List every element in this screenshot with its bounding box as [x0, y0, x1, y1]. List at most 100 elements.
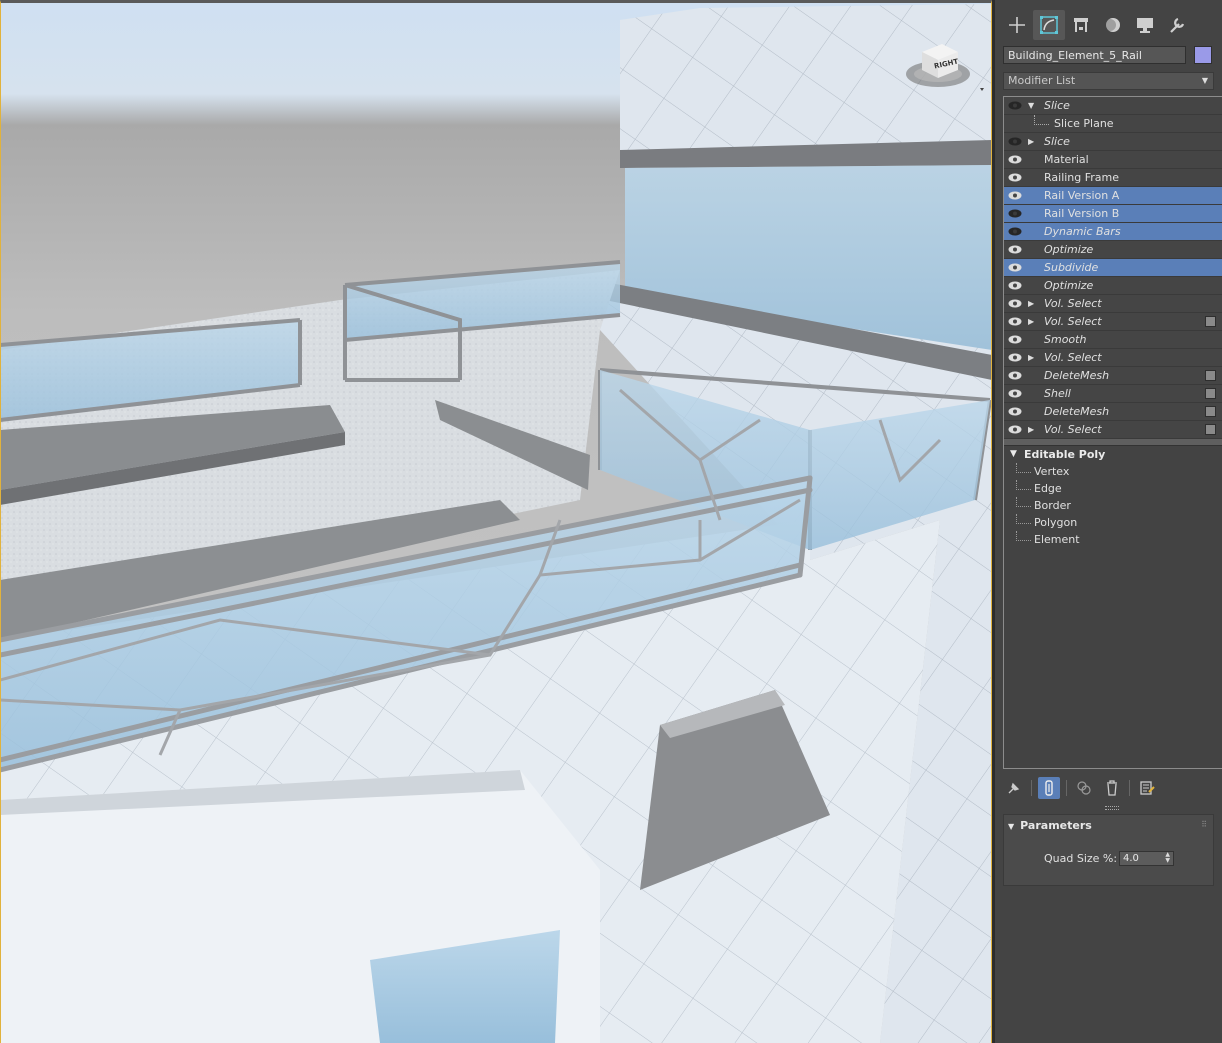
modifier-row[interactable]: ▶ Vol. Select — [1004, 421, 1222, 439]
modifier-row[interactable]: DeleteMesh — [1004, 403, 1222, 421]
subobject-edge[interactable]: Edge — [1004, 480, 1222, 497]
modifier-row[interactable]: Dynamic Bars — [1004, 223, 1222, 241]
eye-off-icon[interactable] — [1008, 137, 1022, 146]
object-name-field[interactable]: Building_Element_5_Rail — [1003, 46, 1186, 64]
eye-icon[interactable] — [1008, 407, 1022, 416]
subobject-element[interactable]: Element — [1004, 531, 1222, 548]
display-tab[interactable] — [1129, 10, 1161, 40]
hierarchy-icon — [1074, 18, 1088, 32]
eye-icon[interactable] — [1008, 371, 1022, 380]
object-color-swatch[interactable] — [1194, 46, 1212, 64]
subobject-label: Polygon — [1034, 516, 1078, 529]
command-panel-tabs — [1001, 10, 1215, 42]
modifier-label: Subdivide — [1044, 261, 1099, 274]
spinner-arrows-icon[interactable]: ▲ ▼ — [1165, 852, 1170, 864]
eye-icon[interactable] — [1008, 155, 1022, 164]
hierarchy-tab[interactable] — [1065, 10, 1097, 40]
eye-icon[interactable] — [1008, 389, 1022, 398]
modifier-row[interactable]: ▶ Vol. Select — [1004, 295, 1222, 313]
pin-stack-button[interactable] — [1003, 777, 1025, 799]
modifier-row[interactable]: Optimize — [1004, 277, 1222, 295]
eye-icon[interactable] — [1008, 299, 1022, 308]
modifier-label: Vol. Select — [1044, 423, 1102, 436]
configure-modifier-sets-button[interactable] — [1136, 777, 1158, 799]
collapsed-arrow-icon[interactable]: ▶ — [1028, 133, 1034, 150]
modifier-row[interactable]: ▶ Slice — [1004, 133, 1222, 151]
subobject-label: Element — [1034, 533, 1080, 546]
modifier-row[interactable]: Smooth — [1004, 331, 1222, 349]
eye-off-icon[interactable] — [1008, 209, 1022, 218]
expand-arrow-icon[interactable]: ▼ — [1010, 446, 1017, 463]
subobject-border[interactable]: Border — [1004, 497, 1222, 514]
subobject-polygon[interactable]: Polygon — [1004, 514, 1222, 531]
make-unique-button[interactable] — [1073, 777, 1095, 799]
parameters-header[interactable]: ▼ Parameters — [1008, 819, 1092, 832]
show-end-result-button[interactable] — [1038, 777, 1060, 799]
toolbar-divider — [1066, 780, 1067, 796]
eye-icon[interactable] — [1008, 173, 1022, 182]
tree-connector — [1016, 531, 1031, 541]
modifier-label: Slice — [1044, 99, 1070, 112]
modifier-row[interactable]: DeleteMesh — [1004, 367, 1222, 385]
collapsed-arrow-icon[interactable]: ▶ — [1028, 295, 1034, 312]
modifier-label: Railing Frame — [1044, 171, 1120, 184]
modifier-stack[interactable]: ▼ Slice Slice Plane ▶ Slice Material Railing F… — [1003, 96, 1222, 769]
modifier-row[interactable]: Rail Version B — [1004, 205, 1222, 223]
remove-modifier-button[interactable] — [1101, 777, 1123, 799]
modifier-row[interactable]: Railing Frame — [1004, 169, 1222, 187]
base-object-row[interactable]: ▼ Editable Poly — [1004, 446, 1222, 463]
modifier-checkbox[interactable] — [1205, 370, 1216, 381]
modifier-label: Material — [1044, 153, 1089, 166]
modifier-label: Smooth — [1044, 333, 1087, 346]
drag-handle-icon[interactable]: ⠿ — [1201, 820, 1207, 829]
modifier-row[interactable]: ▶ Vol. Select — [1004, 349, 1222, 367]
modifier-label: Vol. Select — [1044, 351, 1102, 364]
resize-grip[interactable] — [1105, 806, 1119, 810]
modifier-row[interactable]: Rail Version A — [1004, 187, 1222, 205]
collapsed-arrow-icon[interactable]: ▶ — [1028, 313, 1034, 330]
subobject-label: Edge — [1034, 482, 1062, 495]
create-tab[interactable] — [1001, 10, 1033, 40]
modify-tab[interactable] — [1033, 10, 1065, 40]
eye-off-icon[interactable] — [1008, 101, 1022, 110]
modifier-row[interactable]: ▶ Vol. Select — [1004, 313, 1222, 331]
modifier-checkbox[interactable] — [1205, 424, 1216, 435]
modifier-row[interactable]: Subdivide — [1004, 259, 1222, 277]
collapsed-arrow-icon[interactable]: ▶ — [1028, 349, 1034, 366]
eye-icon[interactable] — [1008, 191, 1022, 200]
quad-size-spinner[interactable]: 4.0 ▲ ▼ — [1119, 851, 1174, 866]
subobject-vertex[interactable]: Vertex — [1004, 463, 1222, 480]
modifier-row[interactable]: Shell — [1004, 385, 1222, 403]
modifier-row[interactable]: Material — [1004, 151, 1222, 169]
utilities-tab[interactable] — [1161, 10, 1193, 40]
viewport[interactable]: RIGHT — [0, 0, 992, 1043]
eye-icon[interactable] — [1008, 317, 1022, 326]
modifier-subobject-row[interactable]: Slice Plane — [1004, 115, 1222, 133]
eye-icon[interactable] — [1008, 425, 1022, 434]
modifier-row[interactable]: ▼ Slice — [1004, 97, 1222, 115]
configure-icon — [1140, 781, 1155, 795]
chevron-down-icon: ▼ — [1201, 76, 1208, 85]
eye-off-icon[interactable] — [1008, 227, 1022, 236]
tree-connector — [1034, 115, 1049, 125]
modifier-row[interactable]: Optimize — [1004, 241, 1222, 259]
modifier-list-dropdown[interactable]: Modifier List ▼ — [1003, 72, 1214, 90]
stack-separator — [1004, 439, 1222, 446]
eye-icon[interactable] — [1008, 245, 1022, 254]
eye-icon[interactable] — [1008, 263, 1022, 272]
command-panel: Building_Element_5_Rail Modifier List ▼ … — [992, 0, 1222, 1043]
eye-icon[interactable] — [1008, 353, 1022, 362]
eye-icon[interactable] — [1008, 281, 1022, 290]
collapsed-arrow-icon[interactable]: ▶ — [1028, 421, 1034, 438]
expand-arrow-icon[interactable]: ▼ — [1028, 97, 1034, 114]
pin-icon — [1008, 782, 1020, 794]
motion-tab[interactable] — [1097, 10, 1129, 40]
modifier-checkbox[interactable] — [1205, 406, 1216, 417]
modifier-checkbox[interactable] — [1205, 388, 1216, 399]
modifier-label: DeleteMesh — [1044, 369, 1110, 382]
plus-icon — [1009, 17, 1025, 33]
modifier-checkbox[interactable] — [1205, 316, 1216, 327]
modifier-label: Rail Version A — [1044, 189, 1120, 202]
modifier-label: Shell — [1044, 387, 1071, 400]
eye-icon[interactable] — [1008, 335, 1022, 344]
